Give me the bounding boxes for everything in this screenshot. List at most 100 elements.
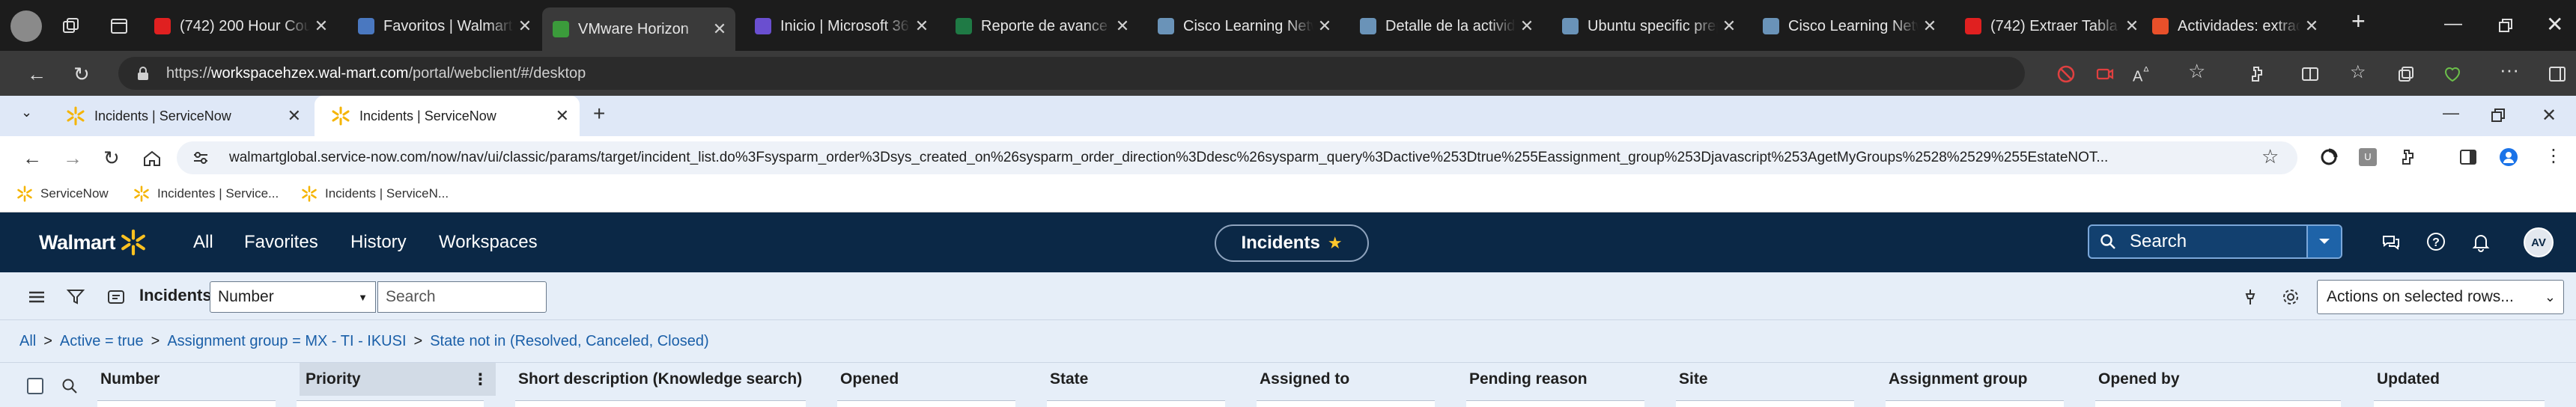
- minimize-icon[interactable]: —: [2444, 13, 2462, 34]
- select-all-checkbox[interactable]: [27, 378, 43, 394]
- inner-tab-incidents-1[interactable]: Incidents | ServiceNow ✕: [49, 96, 312, 136]
- close-tab-icon[interactable]: ✕: [514, 16, 536, 36]
- close-tab-icon[interactable]: ✕: [1919, 16, 1941, 36]
- favorite-star-icon[interactable]: ★: [1328, 233, 1343, 253]
- close-tab-icon[interactable]: ✕: [708, 19, 731, 39]
- extension-u-icon[interactable]: U: [2359, 148, 2377, 166]
- notifications-bell-icon[interactable]: [2470, 230, 2492, 253]
- inner-forward-icon[interactable]: →: [63, 147, 82, 170]
- help-icon[interactable]: ?: [2425, 230, 2447, 253]
- close-tab-icon[interactable]: ✕: [2121, 16, 2143, 36]
- camera-blocked-icon[interactable]: [2095, 64, 2115, 84]
- tab-list-dropdown-icon[interactable]: ⌄: [21, 105, 32, 120]
- hamburger-menu-icon[interactable]: [27, 287, 46, 307]
- favorite-star-icon[interactable]: ☆: [2188, 60, 2208, 82]
- outer-tab-11[interactable]: Actividades: extracción✕: [2142, 7, 2327, 45]
- home-icon[interactable]: [142, 149, 162, 168]
- outer-tab-9[interactable]: Cisco Learning Network✕: [1752, 7, 1945, 45]
- outer-tab-4[interactable]: Inicio | Microsoft 365 ✕: [744, 7, 938, 45]
- refresh-icon[interactable]: ↻: [73, 63, 90, 86]
- close-tab-icon[interactable]: ✕: [2300, 16, 2323, 36]
- column-header-number[interactable]: Number: [100, 363, 288, 396]
- nav-favorites[interactable]: Favorites: [244, 232, 318, 253]
- column-header-short-description-knowledge-search[interactable]: Short description (Knowledge search): [518, 363, 818, 396]
- inner-restore-icon[interactable]: [2491, 108, 2506, 123]
- outer-tab-3[interactable]: VMware Horizon ✕: [542, 7, 735, 51]
- column-header-priority[interactable]: Priority ⋮: [300, 363, 496, 396]
- side-panel-icon[interactable]: [2458, 147, 2479, 168]
- close-tab-icon[interactable]: ✕: [911, 16, 933, 36]
- column-search-icon[interactable]: [61, 378, 78, 394]
- site-settings-icon[interactable]: [192, 149, 210, 167]
- column-header-assigned-to[interactable]: Assigned to: [1260, 363, 1447, 396]
- nav-workspaces[interactable]: Workspaces: [439, 232, 538, 253]
- more-menu-icon[interactable]: ···: [2500, 58, 2519, 81]
- split-screen-icon[interactable]: [2300, 64, 2320, 84]
- filter-icon[interactable]: [66, 287, 85, 307]
- column-header-site[interactable]: Site: [1679, 363, 1866, 396]
- context-pill[interactable]: Incidents ★: [1215, 224, 1369, 262]
- close-tab-icon[interactable]: ✕: [310, 16, 332, 36]
- back-icon[interactable]: ←: [27, 63, 46, 86]
- inner-back-icon[interactable]: ←: [22, 147, 42, 170]
- actions-on-selected-select[interactable]: Actions on selected rows... ⌄: [2317, 280, 2564, 314]
- outer-tab-7[interactable]: Detalle de la actividad✕: [1349, 7, 1543, 45]
- list-view-icon[interactable]: [106, 287, 126, 307]
- close-tab-icon[interactable]: ✕: [1516, 16, 1538, 36]
- read-aloud-icon[interactable]: Aᐞ: [2133, 64, 2152, 85]
- column-header-opened-by[interactable]: Opened by: [2098, 363, 2353, 396]
- outer-tab-2[interactable]: Favoritos | Walmart Drive✕: [347, 7, 541, 45]
- close-tab-icon[interactable]: ✕: [1111, 16, 1134, 36]
- inner-reload-icon[interactable]: ↻: [103, 147, 120, 170]
- extensions-puzzle-icon[interactable]: [2398, 147, 2419, 168]
- extensions-icon[interactable]: [2248, 64, 2267, 84]
- outer-tab-6[interactable]: Cisco Learning Network✕: [1147, 7, 1340, 45]
- pin-icon[interactable]: [2241, 287, 2260, 307]
- bookmark-incidentes[interactable]: Incidentes | Service...: [133, 186, 279, 202]
- restore-icon[interactable]: [2498, 18, 2513, 33]
- account-icon[interactable]: [2498, 147, 2519, 168]
- outer-url-field[interactable]: https://workspacehzex.wal-mart.com/porta…: [118, 57, 2025, 90]
- inner-tab-incidents-2[interactable]: Incidents | ServiceNow ✕: [315, 96, 580, 136]
- workspaces-icon[interactable]: [61, 16, 81, 36]
- user-avatar[interactable]: AV: [2524, 227, 2554, 257]
- settings-gear-icon[interactable]: [2281, 287, 2300, 307]
- inner-minimize-icon[interactable]: —: [2443, 103, 2459, 123]
- breadcrumb-item[interactable]: State not in (Resolved, Canceled, Closed…: [430, 333, 708, 350]
- tab-actions-icon[interactable]: [109, 16, 129, 36]
- favorites-icon[interactable]: ☆: [2350, 61, 2369, 82]
- column-header-opened[interactable]: Opened: [840, 363, 1027, 396]
- column-header-pending-reason[interactable]: Pending reason: [1469, 363, 1656, 396]
- close-window-icon[interactable]: ✕: [2546, 12, 2563, 37]
- inner-close-window-icon[interactable]: ✕: [2542, 105, 2557, 126]
- outer-tab-1[interactable]: (742) 200 Hour Course✕: [144, 7, 337, 45]
- tracking-blocked-icon[interactable]: [2056, 64, 2076, 84]
- breadcrumb-item[interactable]: Active = true: [60, 333, 144, 350]
- outer-tab-10[interactable]: (742) Extraer Tabla de✕: [1954, 7, 2148, 45]
- walmart-logo[interactable]: Walmart: [39, 229, 147, 256]
- outer-tab-5[interactable]: Reporte de avance 2023✕: [945, 7, 1138, 45]
- column-header-state[interactable]: State: [1050, 363, 1237, 396]
- close-tab-icon[interactable]: ✕: [288, 106, 301, 126]
- inner-new-tab-button[interactable]: +: [593, 102, 605, 126]
- column-header-updated[interactable]: Updated: [2377, 363, 2557, 396]
- bookmark-incidents[interactable]: Incidents | ServiceN...: [301, 186, 449, 202]
- collections-icon[interactable]: [2396, 64, 2416, 84]
- sidebar-toggle-icon[interactable]: [2548, 64, 2567, 84]
- chat-icon[interactable]: [2380, 230, 2402, 253]
- nav-history[interactable]: History: [350, 232, 407, 253]
- bookmark-servicenow[interactable]: ServiceNow: [16, 186, 109, 202]
- extension-sync-icon[interactable]: [2318, 147, 2339, 168]
- new-tab-button[interactable]: +: [2351, 7, 2366, 35]
- breadcrumb-item[interactable]: All: [19, 333, 36, 350]
- list-search-input[interactable]: Search: [377, 281, 547, 313]
- global-search[interactable]: Search: [2088, 224, 2342, 259]
- breadcrumb-item[interactable]: Assignment group = MX - TI - IKUSI: [167, 333, 406, 350]
- column-menu-icon[interactable]: ⋮: [473, 370, 488, 389]
- search-field-select[interactable]: Number ▼: [210, 281, 376, 313]
- browser-menu-icon[interactable]: ⋮: [2545, 145, 2563, 167]
- outer-tab-8[interactable]: Ubuntu specific prep ✕: [1552, 7, 1745, 45]
- profile-avatar[interactable]: [10, 10, 42, 42]
- search-scope-dropdown[interactable]: [2306, 226, 2341, 257]
- close-tab-icon[interactable]: ✕: [1718, 16, 1740, 36]
